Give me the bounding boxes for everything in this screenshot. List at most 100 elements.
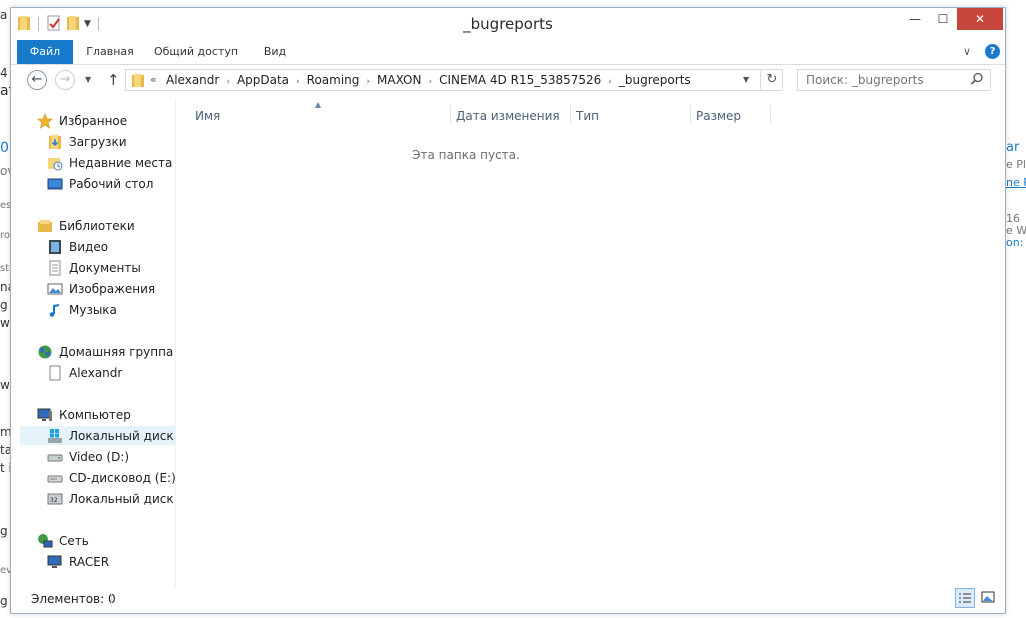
- column-header-size[interactable]: Размер: [696, 107, 741, 125]
- window-title: _bugreports: [463, 15, 553, 33]
- nav-item-label: CD-дисковод (E:) HI: [69, 470, 176, 485]
- pictures-icon: [47, 281, 63, 297]
- nav-item-local-disk-c[interactable]: Локальный диск (C: [20, 426, 175, 445]
- bg-text: g: [0, 594, 8, 608]
- chevron-right-icon[interactable]: ›: [366, 77, 370, 87]
- recent-places-icon: [47, 155, 63, 171]
- nav-item-video-d[interactable]: Video (D:): [47, 447, 129, 466]
- explorer-window: ▼ _bugreports — ☐ ✕ Файл Главная Общий д…: [10, 7, 1006, 614]
- breadcrumb-item[interactable]: Alexandr: [166, 73, 219, 87]
- bg-text: e Pl: [1006, 158, 1026, 171]
- chevron-right-icon[interactable]: ›: [428, 77, 432, 87]
- nav-item-pictures[interactable]: Изображения: [47, 279, 155, 298]
- nav-network[interactable]: Сеть: [37, 531, 89, 550]
- empty-folder-message: Эта папка пуста.: [412, 148, 520, 162]
- bg-text: g: [0, 524, 8, 538]
- search-icon[interactable]: [970, 72, 984, 89]
- column-divider[interactable]: [770, 105, 771, 123]
- nav-item-label: Локальный диск (C: [69, 428, 175, 443]
- tab-file[interactable]: Файл: [17, 40, 73, 64]
- nav-homegroup[interactable]: Домашняя группа: [37, 342, 173, 361]
- nav-item-music[interactable]: Музыка: [47, 300, 117, 319]
- bg-text: on:: [1006, 236, 1024, 249]
- tab-view[interactable]: Вид: [257, 40, 293, 64]
- breadcrumb-item[interactable]: MAXON: [377, 73, 421, 87]
- breadcrumb-item[interactable]: Roaming: [307, 73, 360, 87]
- nav-item-label: Video (D:): [69, 449, 130, 464]
- nav-section-label: Избранное: [59, 113, 128, 128]
- nav-item-local-disk-h[interactable]: 32 Локальный диск (H: [47, 489, 175, 508]
- title-bar[interactable]: ▼ _bugreports — ☐ ✕: [11, 8, 1005, 40]
- folder-icon: [131, 73, 145, 91]
- bg-text: w: [0, 378, 10, 392]
- address-history-dropdown[interactable]: ▼: [743, 75, 749, 84]
- desktop-icon: [47, 176, 63, 192]
- nav-item-user-alexandr[interactable]: Alexandr: [47, 363, 122, 382]
- chevron-right-icon[interactable]: ›: [608, 77, 612, 87]
- search-box[interactable]: [797, 69, 991, 91]
- chevron-right-icon[interactable]: ›: [226, 77, 230, 87]
- column-divider[interactable]: [450, 105, 451, 123]
- up-button[interactable]: ↑: [107, 71, 120, 89]
- address-bar[interactable]: « Alexandr › AppData › Roaming › MAXON › CINEMA …: [125, 69, 783, 91]
- nav-item-documents[interactable]: Документы: [47, 258, 141, 277]
- nav-item-recent-places[interactable]: Недавние места: [47, 153, 172, 172]
- music-icon: [47, 302, 63, 318]
- nav-item-label: Документы: [69, 260, 141, 275]
- details-view-button[interactable]: [955, 588, 975, 608]
- help-icon[interactable]: ?: [985, 44, 1000, 59]
- minimize-button[interactable]: —: [901, 8, 929, 30]
- video-library-icon: [47, 239, 63, 255]
- expand-ribbon-chevron-icon[interactable]: ∨: [963, 45, 971, 58]
- status-separator: [111, 593, 112, 607]
- homegroup-icon: [37, 344, 53, 360]
- item-count: Элементов: 0: [31, 592, 116, 606]
- nav-item-label: Недавние места: [69, 155, 173, 170]
- bg-text: g: [0, 298, 8, 312]
- nav-item-label: Рабочий стол: [69, 176, 154, 191]
- nav-computer[interactable]: Компьютер: [37, 405, 131, 424]
- large-icons-view-icon: [981, 591, 995, 603]
- breadcrumb-item[interactable]: AppData: [237, 73, 289, 87]
- computer-icon: [37, 407, 53, 423]
- windows-drive-icon: [47, 428, 63, 444]
- breadcrumb-item[interactable]: CINEMA 4D R15_53857526: [439, 73, 601, 87]
- column-header-type[interactable]: Тип: [576, 107, 599, 125]
- nav-favorites[interactable]: Избранное: [37, 111, 127, 130]
- forward-button[interactable]: →: [55, 70, 75, 90]
- close-button[interactable]: ✕: [957, 8, 1003, 30]
- nav-libraries[interactable]: Библиотеки: [37, 216, 135, 235]
- ribbon-tabs: Файл Главная Общий доступ Вид ∨ ?: [11, 40, 1005, 65]
- background-page-right: ar e Pl ne P 16 e W on:: [1006, 0, 1026, 618]
- nav-section-label: Домашняя группа: [59, 344, 174, 359]
- chevron-right-icon[interactable]: ›: [296, 77, 300, 87]
- nav-item-cd-drive-e[interactable]: CD-дисковод (E:) HI: [47, 468, 176, 487]
- nav-item-label: Alexandr: [69, 365, 123, 380]
- nav-item-downloads[interactable]: Загрузки: [47, 132, 127, 151]
- nav-item-racer[interactable]: RACER: [47, 552, 109, 571]
- breadcrumb-overflow-button[interactable]: «: [150, 73, 157, 86]
- nav-item-label: Видео: [69, 239, 109, 254]
- refresh-button[interactable]: ↻: [760, 70, 783, 90]
- tab-home[interactable]: Главная: [81, 40, 139, 64]
- recent-locations-dropdown[interactable]: ▼: [85, 75, 91, 84]
- breadcrumb-item[interactable]: _bugreports: [619, 73, 691, 87]
- back-button[interactable]: ←: [27, 70, 47, 90]
- column-divider[interactable]: [570, 105, 571, 123]
- column-header-name[interactable]: Имя: [195, 107, 220, 125]
- maximize-button[interactable]: ☐: [929, 8, 957, 30]
- nav-item-videos[interactable]: Видео: [47, 237, 108, 256]
- tab-share[interactable]: Общий доступ: [151, 40, 241, 64]
- nav-section-label: Библиотеки: [59, 218, 135, 233]
- search-input[interactable]: [806, 73, 966, 87]
- nav-item-label: Загрузки: [69, 134, 127, 149]
- large-icons-view-button[interactable]: [979, 588, 999, 608]
- column-divider[interactable]: [690, 105, 691, 123]
- column-header-date-modified[interactable]: Дата изменения: [456, 107, 560, 125]
- nav-item-desktop[interactable]: Рабочий стол: [47, 174, 153, 193]
- file-list[interactable]: ▲ Имя Дата изменения Тип Размер Эта папк…: [176, 98, 1005, 588]
- navigation-bar: ← → ▼ ↑ « Alexandr › AppData › Roaming › MAXON…: [11, 65, 1005, 97]
- nav-section-label: Сеть: [59, 533, 89, 548]
- status-bar: Элементов: 0: [11, 588, 1005, 612]
- downloads-folder-icon: [47, 134, 63, 150]
